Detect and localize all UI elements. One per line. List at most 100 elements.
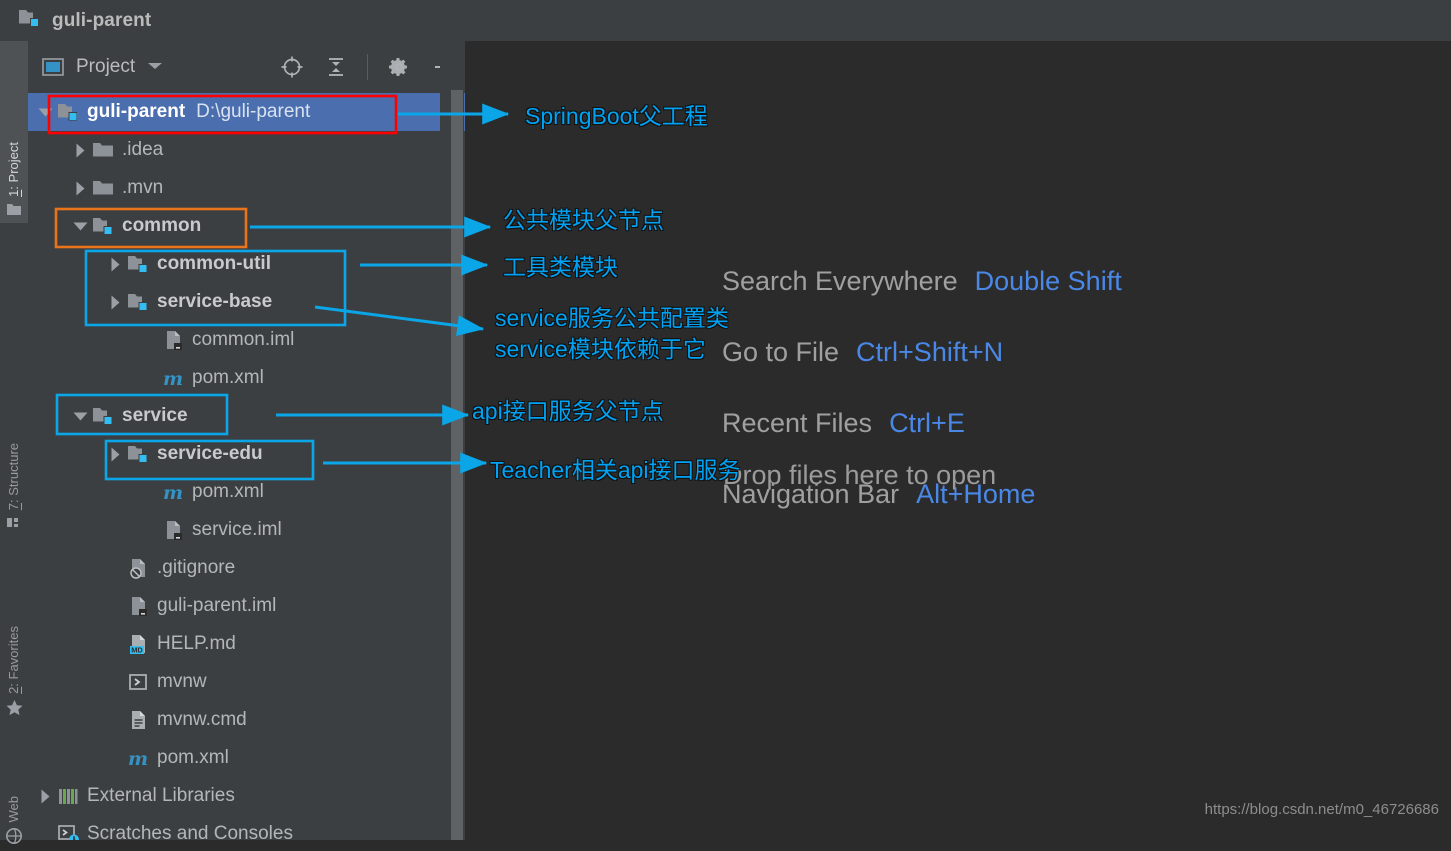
sidebar-item-project[interactable]: 1: Project (0, 41, 28, 223)
libraries-icon (56, 785, 82, 807)
tree-row-common-iml[interactable]: common.iml (28, 321, 468, 359)
drop-files-hint: Drop files here to open (723, 460, 997, 490)
tree-row-common-pom[interactable]: m pom.xml (28, 359, 468, 397)
chevron-down-icon[interactable] (34, 107, 56, 118)
tree-row-label: pom.xml (192, 367, 264, 388)
module-folder-icon (126, 253, 152, 275)
tree-row-gitignore[interactable]: .gitignore (28, 549, 468, 587)
chevron-right-icon[interactable] (69, 143, 91, 158)
sidebar-item-favorites[interactable]: 2: Favorites (0, 553, 28, 723)
tree-row-service-pom[interactable]: m pom.xml (28, 473, 468, 511)
chevron-down-icon[interactable] (147, 58, 163, 76)
tree-row-path: D:\guli-parent (196, 101, 311, 122)
module-folder-icon (91, 405, 117, 427)
project-view-icon (42, 58, 64, 76)
structure-icon (6, 515, 23, 533)
tree-row-label: mvnw.cmd (157, 709, 247, 730)
tree-row-label: common (122, 215, 202, 236)
tree-row-label: .mvn (122, 177, 164, 198)
tree-row-label: .gitignore (157, 557, 236, 578)
ann-service-base-1: service服务公共配置类 (495, 305, 729, 331)
gear-icon[interactable] (386, 54, 412, 80)
folder-icon (91, 177, 117, 199)
tree-row-root-pom[interactable]: m pom.xml (28, 739, 468, 777)
module-folder-icon (126, 291, 152, 313)
project-tree[interactable]: guli-parent D:\guli-parent .idea .mvn common… (28, 93, 468, 840)
chevron-down-icon[interactable] (69, 221, 91, 232)
sidebar-item-web[interactable]: Web (0, 741, 28, 851)
shortcut-hint: Search Everywhere Double Shift (722, 246, 1122, 317)
ann-common-util: 工具类模块 (503, 254, 618, 280)
tree-row-mvnw[interactable]: mvnw (28, 663, 468, 701)
shell-script-icon (126, 671, 152, 693)
sidebar-item-structure[interactable]: 7: Structure (0, 371, 28, 536)
tree-row-label: External Libraries (87, 785, 235, 806)
chevron-right-icon[interactable] (34, 789, 56, 804)
chevron-right-icon[interactable] (104, 295, 126, 310)
ann-service-base-2: service模块依赖于它 (495, 336, 706, 362)
sidebar-item-web-label: Web (6, 795, 21, 823)
tree-row-label: pom.xml (192, 481, 264, 502)
ann-service-edu: Teacher相关api接口服务 (490, 457, 741, 483)
tree-row-label: guli-parent (87, 101, 186, 122)
tree-row-idea[interactable]: .idea (28, 131, 468, 169)
tree-row-label: .idea (122, 139, 164, 160)
tree-row-service-edu[interactable]: service-edu (28, 435, 468, 473)
shortcut-action: Recent Files (722, 408, 873, 438)
chevron-right-icon[interactable] (69, 181, 91, 196)
tree-row-scratches[interactable]: Scratches and Consoles (28, 815, 468, 840)
tree-row-label: Scratches and Consoles (87, 823, 293, 840)
tree-row-label: HELP.md (157, 633, 236, 654)
project-scrollbar-thumb[interactable] (451, 90, 463, 840)
tree-row-service-base[interactable]: service-base (28, 283, 468, 321)
chevron-down-icon[interactable] (69, 411, 91, 422)
sidebar-item-favorites-label: 2: Favorites (6, 626, 21, 694)
panel-gap (440, 41, 450, 840)
tree-row-mvn[interactable]: .mvn (28, 169, 468, 207)
maven-file-icon: m (161, 367, 187, 389)
tree-row-label: guli-parent.iml (157, 595, 277, 616)
gitignore-file-icon (126, 557, 152, 579)
editor-empty-area: Search Everywhere Double Shift Go to File C… (465, 41, 1451, 840)
maven-file-icon: m (161, 481, 187, 503)
locate-icon[interactable] (279, 54, 305, 80)
shortcut-key: Ctrl+E (889, 408, 965, 438)
module-folder-icon (56, 101, 82, 123)
svg-text:MD: MD (131, 646, 143, 655)
chevron-right-icon[interactable] (104, 447, 126, 462)
tree-row-label: service (122, 405, 188, 426)
window-title: guli-parent (52, 9, 152, 31)
ide-window: guli-parent 1: Project 7: Structure 2: F… (0, 0, 1451, 844)
tree-row-label: common-util (157, 253, 271, 274)
iml-file-icon (161, 519, 187, 541)
sidebar-item-project-label: 1: Project (6, 142, 21, 197)
tree-row-label: common.iml (192, 329, 295, 350)
shortcut-key: Double Shift (974, 266, 1122, 296)
maven-file-icon: m (126, 747, 152, 769)
tree-row-label: service.iml (192, 519, 282, 540)
project-folder-icon (6, 202, 23, 220)
web-globe-icon (5, 827, 23, 848)
tree-row-mvnw-cmd[interactable]: mvnw.cmd (28, 701, 468, 739)
tree-row-service-iml[interactable]: service.iml (28, 511, 468, 549)
chevron-right-icon[interactable] (104, 257, 126, 272)
project-panel-header: Project (28, 41, 468, 93)
tree-row-common-util[interactable]: common-util (28, 245, 468, 283)
tree-row-guli-parent-iml[interactable]: guli-parent.iml (28, 587, 468, 625)
tree-row-guli-parent[interactable]: guli-parent D:\guli-parent (28, 93, 468, 131)
module-folder-icon (91, 215, 117, 237)
folder-icon (91, 139, 117, 161)
text-file-icon (126, 709, 152, 731)
collapse-all-icon[interactable] (323, 54, 349, 80)
iml-file-icon (161, 329, 187, 351)
ann-common: 公共模块父节点 (503, 207, 664, 233)
shortcut-key: Ctrl+Shift+N (856, 337, 1004, 367)
tree-row-service[interactable]: service (28, 397, 468, 435)
module-folder-icon (126, 443, 152, 465)
tree-row-common[interactable]: common (28, 207, 468, 245)
tree-row-help-md[interactable]: MD HELP.md (28, 625, 468, 663)
tree-row-external-libraries[interactable]: External Libraries (28, 777, 468, 815)
toolbar-separator (367, 54, 368, 80)
tree-row-label: mvnw (157, 671, 207, 692)
module-folder-icon (18, 7, 42, 34)
